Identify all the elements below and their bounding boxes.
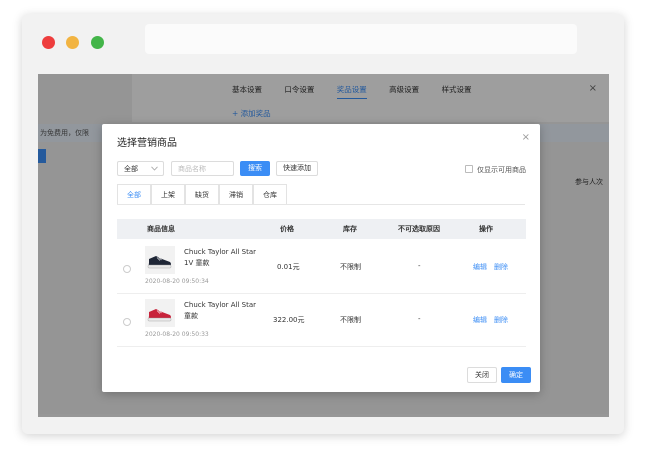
col-price: 价格 bbox=[280, 225, 294, 233]
minimize-window-dot[interactable] bbox=[66, 36, 79, 49]
status-tabs: 全部 上架 缺货 滞销 仓库 bbox=[117, 184, 525, 205]
product-date: 2020-08-20 09:50:33 bbox=[145, 331, 209, 338]
table-row: Chuck Taylor All Star 1V 童款 2020-08-20 0… bbox=[117, 240, 526, 294]
product-stock: 不限制 bbox=[340, 316, 361, 324]
product-thumbnail bbox=[145, 299, 175, 327]
tab-all[interactable]: 全部 bbox=[117, 184, 151, 204]
tab-listed[interactable]: 上架 bbox=[151, 184, 185, 204]
product-name: Chuck Taylor All Star 1V 童款 bbox=[184, 248, 257, 267]
row-radio[interactable] bbox=[123, 318, 131, 326]
only-available-checkbox[interactable] bbox=[465, 165, 473, 173]
only-available-toggle[interactable]: 仅显示可用商品 bbox=[465, 165, 526, 175]
maximize-window-dot[interactable] bbox=[91, 36, 104, 49]
close-button[interactable]: 关闭 bbox=[467, 367, 497, 383]
tab-out-of-stock[interactable]: 缺货 bbox=[185, 184, 219, 204]
col-reason: 不可选取原因 bbox=[398, 225, 440, 233]
edit-link[interactable]: 编辑 bbox=[473, 262, 487, 272]
product-stock: 不限制 bbox=[340, 263, 361, 271]
category-select[interactable]: 全部 bbox=[117, 161, 164, 176]
product-reason: - bbox=[418, 262, 421, 270]
table-header: 商品信息 价格 库存 不可选取原因 操作 bbox=[117, 219, 526, 239]
product-name: Chuck Taylor All Star 童款 bbox=[184, 301, 257, 320]
delete-link[interactable]: 删除 bbox=[494, 315, 508, 325]
col-stock: 库存 bbox=[343, 225, 357, 233]
close-window-dot[interactable] bbox=[42, 36, 55, 49]
only-available-label: 仅显示可用商品 bbox=[477, 166, 526, 174]
col-actions: 操作 bbox=[479, 225, 493, 233]
sneaker-icon bbox=[147, 256, 172, 269]
product-price: 322.00元 bbox=[273, 316, 305, 324]
row-radio[interactable] bbox=[123, 265, 131, 273]
quick-add-button[interactable]: 快速添加 bbox=[276, 161, 318, 176]
category-select-value: 全部 bbox=[124, 165, 138, 173]
confirm-button[interactable]: 确定 bbox=[501, 367, 531, 383]
product-reason: - bbox=[418, 315, 421, 323]
table-row: Chuck Taylor All Star 童款 2020-08-20 09:5… bbox=[117, 293, 526, 347]
close-icon[interactable]: × bbox=[522, 132, 530, 143]
tab-warehouse[interactable]: 仓库 bbox=[253, 184, 287, 204]
select-product-dialog: 选择营销商品 × 全部 搜索 快速添加 仅显示可用商品 全部 上架 缺货 滞销 … bbox=[102, 124, 540, 392]
product-price: 0.01元 bbox=[277, 263, 300, 271]
search-input[interactable] bbox=[171, 161, 234, 176]
product-date: 2020-08-20 09:50:34 bbox=[145, 278, 209, 285]
sneaker-icon bbox=[147, 309, 172, 322]
tab-unsold[interactable]: 滞销 bbox=[219, 184, 253, 204]
dialog-title: 选择营销商品 bbox=[117, 138, 177, 149]
delete-link[interactable]: 删除 bbox=[494, 262, 508, 272]
address-bar[interactable] bbox=[145, 24, 577, 54]
product-thumbnail bbox=[145, 246, 175, 274]
chevron-down-icon bbox=[151, 162, 158, 177]
col-product-info: 商品信息 bbox=[147, 225, 175, 233]
edit-link[interactable]: 编辑 bbox=[473, 315, 487, 325]
search-button[interactable]: 搜索 bbox=[240, 161, 270, 176]
